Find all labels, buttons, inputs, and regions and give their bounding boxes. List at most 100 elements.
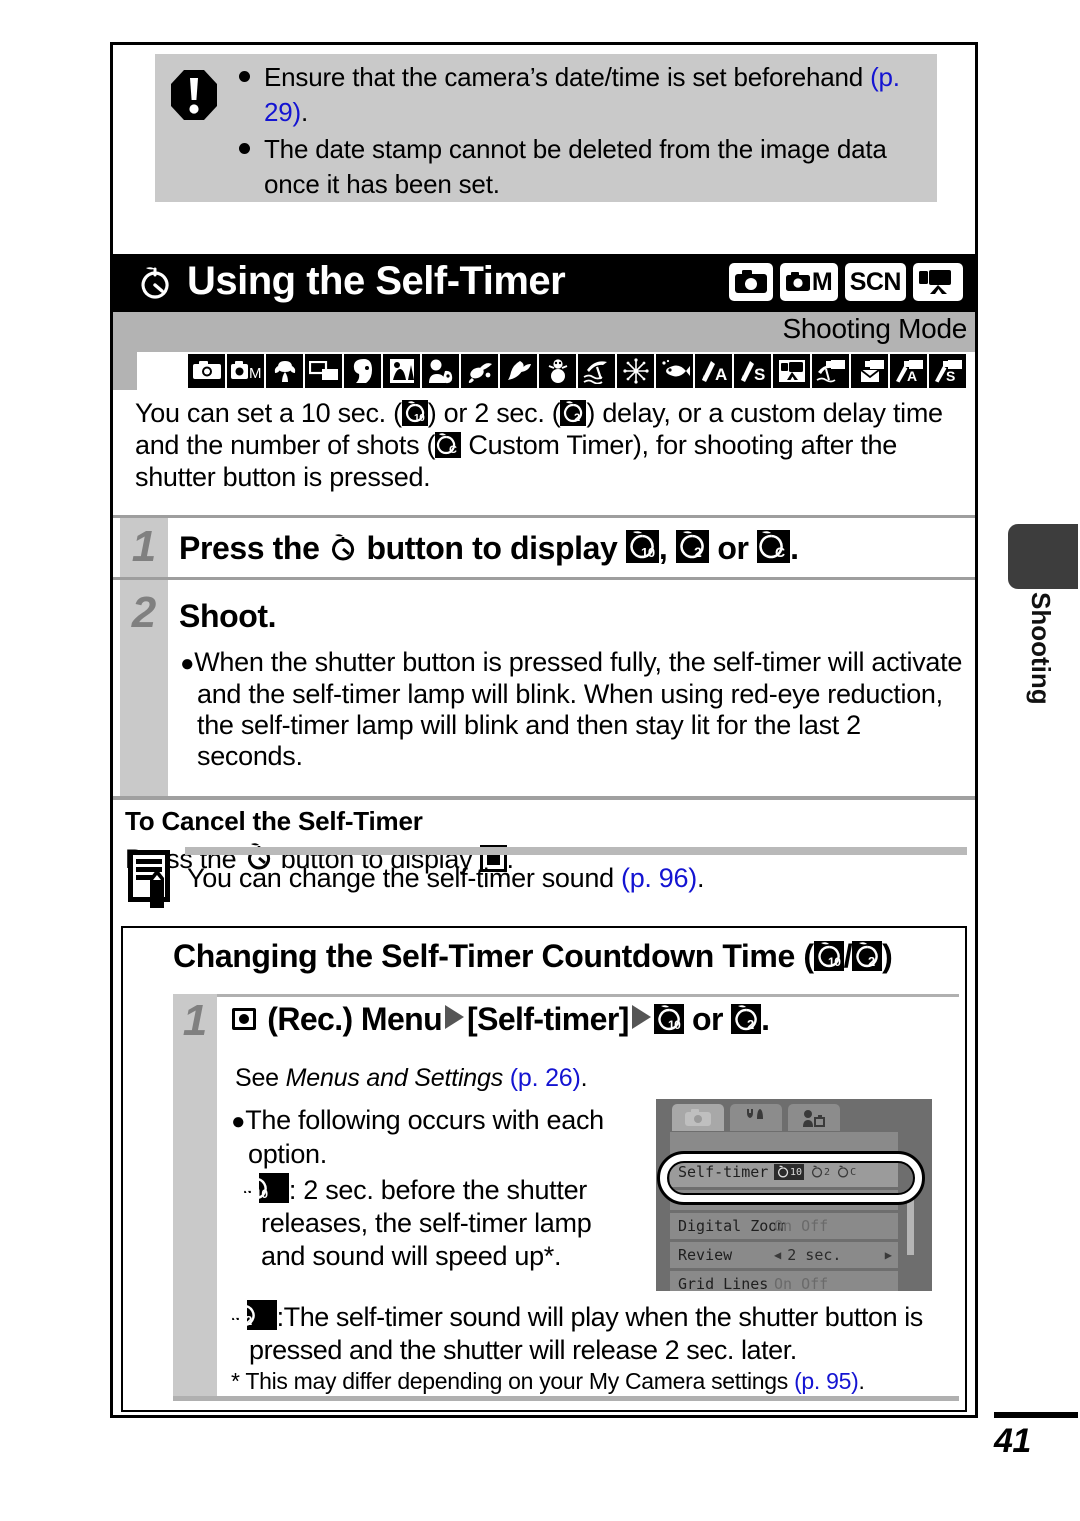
countdown-bullet-main-text: The following occurs with each option. <box>245 1105 604 1169</box>
kids-and-pets-icon <box>422 354 459 388</box>
svg-text:10: 10 <box>828 955 841 969</box>
lcd-option-label: 10 <box>790 1166 803 1178</box>
step-1-text-b: button to display <box>357 530 626 566</box>
arrow-left-icon[interactable]: ◀ <box>774 1248 781 1262</box>
bullet-dot: ● <box>180 650 195 677</box>
note-text-after: . <box>696 863 705 893</box>
step-row-2: 2 Shoot. <box>113 577 975 652</box>
tools-icon <box>747 1108 763 1127</box>
page-number: 41 <box>994 1422 1031 1460</box>
lcd-row-digital-zoom[interactable]: Digital Zoom On Off <box>670 1213 898 1239</box>
bullet-dot <box>239 143 250 154</box>
svg-text:A: A <box>715 365 727 383</box>
countdown-step-text-b: [Self-timer] <box>467 1001 629 1037</box>
lcd-row-label: Grid Lines <box>678 1275 769 1291</box>
svg-text:A: A <box>907 368 917 383</box>
lcd-row-label: Review <box>678 1246 733 1264</box>
auto-icon <box>188 354 225 388</box>
countdown-option-2sec-text: :The self-timer sound will play when the… <box>249 1302 923 1365</box>
countdown-step-number: 1 <box>182 996 208 1045</box>
movie-standard-icon <box>773 354 810 388</box>
svg-text:10: 10 <box>641 545 655 560</box>
footnote-before: * This may differ depending on your My C… <box>231 1368 795 1394</box>
svg-text:10: 10 <box>255 1187 268 1201</box>
lcd-tab-rec[interactable] <box>672 1104 724 1131</box>
lcd-row-value-wrap: ◀ 2 sec. <box>774 1246 841 1264</box>
lcd-row-value: On Off <box>774 1217 829 1235</box>
lcd-row-review[interactable]: Review ◀ 2 sec. ▶ <box>670 1242 898 1268</box>
self-timer-2sec-option[interactable]: 2 <box>810 1165 830 1179</box>
warning-item: The date stamp cannot be deleted from th… <box>237 132 927 202</box>
lcd-scrollbar[interactable] <box>907 1191 914 1255</box>
movie-color-accent-icon: A <box>890 354 927 388</box>
page-reference[interactable]: (p. 95) <box>794 1368 859 1394</box>
page-number-rule <box>994 1412 1078 1418</box>
lcd-row-label: Self-timer <box>678 1163 769 1181</box>
manual-icon: M <box>227 354 264 388</box>
self-timer-10sec-icon: 10 <box>813 941 844 971</box>
lcd-row-value: 2 sec. <box>787 1246 842 1264</box>
warning-item-suffix: . <box>300 97 309 127</box>
svg-text:2: 2 <box>747 1017 754 1032</box>
lcd-option-label: 2 <box>824 1166 831 1178</box>
section-title-bar: Using the Self-Timer M SCN <box>113 254 975 312</box>
see-italic: Menus and Settings <box>285 1064 510 1092</box>
note-text: You can change the self-timer sound (p. … <box>187 863 704 894</box>
countdown-footnote: * This may differ depending on your My C… <box>231 1368 973 1395</box>
lcd-row-grid-lines[interactable]: Grid Lines On Off <box>670 1271 898 1291</box>
arrow-right-icon[interactable]: ▶ <box>885 1248 892 1262</box>
self-timer-custom-icon: C <box>435 432 462 458</box>
page-reference[interactable]: (p. 96) <box>621 863 697 893</box>
self-timer-10sec-icon: 10 <box>653 1004 684 1034</box>
countdown-title-close: ) <box>882 938 893 974</box>
countdown-section: Changing the Self-Timer Countdown Time (… <box>121 926 967 1412</box>
lcd-row-value: On Off <box>774 1275 829 1291</box>
step-1-text-c: , <box>658 530 676 566</box>
lcd-tab-setup[interactable] <box>730 1104 782 1131</box>
intro-text-1: You can set a 10 sec. ( <box>135 398 402 428</box>
self-timer-custom-icon: C <box>757 530 791 563</box>
movie-compact-icon <box>851 354 888 388</box>
step-1-text-e: . <box>790 530 799 566</box>
manual-page: Ensure that the camera’s date/time is se… <box>0 0 1080 1521</box>
step-2-detail-block: ●When the shutter button is pressed full… <box>113 647 975 796</box>
svg-text:2: 2 <box>245 1313 252 1328</box>
page-title: Using the Self-Timer <box>187 259 566 303</box>
shooting-mode-strip: Shooting Mode M A S A S <box>113 312 975 390</box>
countdown-side-band <box>173 1056 217 1396</box>
svg-text:2: 2 <box>574 412 580 424</box>
fireworks-icon <box>617 354 654 388</box>
countdown-step-text: (Rec.) Menu [Self-timer] 10 or 2. <box>229 1001 770 1038</box>
self-timer-custom-option[interactable]: C <box>836 1165 856 1179</box>
svg-text:C: C <box>449 444 457 456</box>
self-timer-10sec-option[interactable]: 10 <box>774 1164 805 1180</box>
lcd-option-label: C <box>850 1166 857 1178</box>
self-timer-icon <box>141 267 169 299</box>
footnote-after: . <box>858 1368 865 1394</box>
lcd-row-self-timer[interactable]: Self-timer 10 2 C <box>670 1157 898 1187</box>
svg-text:C: C <box>775 544 785 560</box>
lcd-tab-mycamera[interactable] <box>788 1104 840 1131</box>
divider <box>113 796 975 800</box>
svg-text:2: 2 <box>694 544 702 560</box>
page-reference[interactable]: (p. 26) <box>510 1064 581 1092</box>
svg-text:S: S <box>946 368 955 383</box>
lcd-row-values: 10 2 C <box>774 1164 856 1180</box>
auto-mode-chip <box>728 263 773 301</box>
camera-icon <box>734 270 767 293</box>
self-timer-2sec-icon: 2 <box>852 941 883 971</box>
countdown-step-text-d: . <box>761 1001 770 1037</box>
night-snapshot-icon <box>383 354 420 388</box>
warning-item-text: The date stamp cannot be deleted from th… <box>264 134 887 199</box>
movie-color-swap-icon: S <box>929 354 966 388</box>
countdown-title-text: Changing the Self-Timer Countdown Time ( <box>173 938 814 974</box>
countdown-option-10sec: - 10: 2 sec. before the shutter releases… <box>231 1173 639 1273</box>
countdown-title: Changing the Self-Timer Countdown Time (… <box>173 938 893 975</box>
svg-text:10: 10 <box>668 1018 681 1032</box>
step-band <box>120 649 168 796</box>
lcd-menu-list: Self-timer 10 2 C Digital Zoom On Off Re… <box>670 1132 898 1291</box>
step-1-text-d: or <box>708 530 758 566</box>
movie-beach-icon <box>812 354 849 388</box>
countdown-option-list: ●The following occurs with each option. … <box>231 1104 639 1273</box>
arrow-right-icon <box>631 1005 651 1029</box>
